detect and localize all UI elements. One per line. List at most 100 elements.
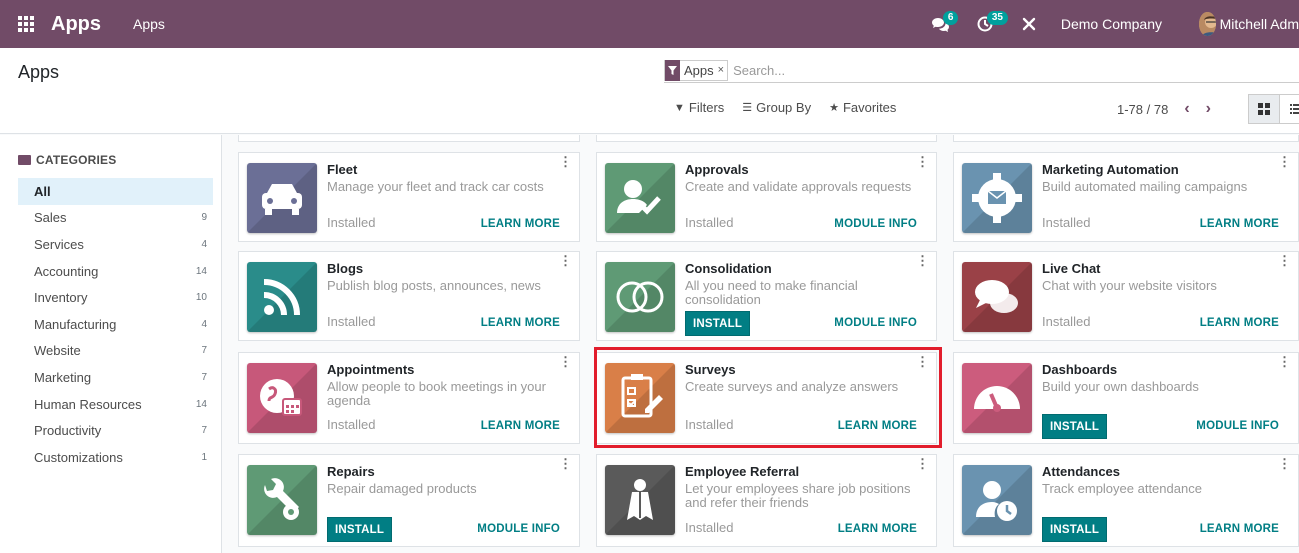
category-count: 1 (201, 451, 207, 463)
app-card-consolidation[interactable]: Consolidation All you need to make financ… (596, 251, 937, 341)
category-item[interactable]: Website 7 (18, 338, 213, 365)
app-description: Create and validate approvals requests (685, 179, 912, 194)
learn-more-link[interactable]: LEARN MORE (1200, 317, 1279, 329)
app-card-repairs[interactable]: Repairs Repair damaged products INSTALL MOD… (238, 454, 580, 547)
category-count: 9 (201, 212, 207, 224)
chat-icon (962, 262, 1032, 332)
top-navbar: Apps Apps 6 35 Demo Company Mitchell Adm (0, 0, 1299, 48)
kanban-view-button[interactable] (1248, 94, 1280, 124)
brand-title[interactable]: Apps (51, 13, 101, 36)
card-menu-icon[interactable]: ⋮ (916, 155, 929, 168)
category-item[interactable]: Marketing 7 (18, 364, 213, 391)
app-card-appointments[interactable]: Appointments Allow people to book meeting… (238, 352, 580, 444)
previous-page-icon[interactable]: ‹ (1184, 100, 1189, 118)
module-info-link[interactable]: MODULE INFO (834, 218, 917, 230)
rss-icon (247, 262, 317, 332)
app-status: Installed (327, 314, 376, 329)
category-count: 7 (201, 345, 207, 357)
module-info-link[interactable]: MODULE INFO (477, 523, 560, 535)
next-page-icon[interactable]: › (1206, 100, 1211, 118)
app-status: Installed (327, 417, 376, 432)
category-item[interactable]: Inventory 10 (18, 284, 213, 311)
app-menu-grid-icon[interactable] (0, 0, 52, 48)
category-item[interactable]: Accounting 14 (18, 258, 213, 285)
category-label: Customizations (34, 449, 123, 465)
app-card-dashboards[interactable]: Dashboards Build your own dashboards INSTA… (953, 352, 1299, 444)
app-card-employee-referral[interactable]: Employee Referral Let your employees shar… (596, 454, 937, 547)
learn-more-link[interactable]: LEARN MORE (1200, 218, 1279, 230)
tools-icon (1022, 17, 1036, 31)
app-name: Dashboards (1042, 362, 1118, 377)
install-button[interactable]: INSTALL (1042, 414, 1108, 439)
module-info-link[interactable]: MODULE INFO (1196, 420, 1279, 432)
learn-more-link[interactable]: LEARN MORE (838, 523, 917, 535)
card-menu-icon[interactable]: ⋮ (559, 254, 572, 267)
gear-mail-icon (962, 163, 1032, 233)
card-menu-icon[interactable]: ⋮ (916, 457, 929, 470)
company-switcher[interactable]: Demo Company (1061, 16, 1162, 32)
install-button[interactable]: INSTALL (685, 311, 751, 336)
module-info-link[interactable]: MODULE INFO (834, 317, 917, 329)
activities-button[interactable]: 35 (963, 0, 1008, 48)
category-count: 7 (201, 425, 207, 437)
user-clock-icon (962, 465, 1032, 535)
categories-heading: CATEGORIES (18, 153, 116, 167)
card-menu-icon[interactable]: ⋮ (1278, 457, 1291, 470)
app-card-blogs[interactable]: Blogs Publish blog posts, announces, news… (238, 251, 580, 341)
messages-button[interactable]: 6 (919, 0, 963, 48)
category-label: Inventory (34, 290, 88, 306)
install-button[interactable]: INSTALL (1042, 517, 1108, 542)
favorites-button[interactable]: ★ Favorites (829, 100, 896, 115)
bars-icon: ☰ (742, 102, 753, 114)
app-card-fleet[interactable]: Fleet Manage your fleet and track car cos… (238, 152, 580, 242)
debug-tools-button[interactable] (1007, 0, 1051, 48)
learn-more-link[interactable]: LEARN MORE (481, 218, 560, 230)
card-menu-icon[interactable]: ⋮ (1278, 254, 1291, 267)
facet-remove-icon[interactable]: × (718, 64, 727, 76)
card-menu-icon[interactable]: ⋮ (559, 457, 572, 470)
search-facet: Apps × (664, 59, 729, 81)
app-name: Approvals (685, 162, 749, 177)
card-menu-icon[interactable]: ⋮ (1278, 355, 1291, 368)
filter-icon (665, 59, 680, 81)
learn-more-link[interactable]: LEARN MORE (481, 420, 560, 432)
app-card-marketing-automation[interactable]: Marketing Automation Build automated mail… (953, 152, 1299, 242)
card-partial (953, 135, 1299, 142)
groupby-button[interactable]: ☰ Group By (742, 100, 811, 115)
pager-value[interactable]: 1-78 / 78 (1117, 102, 1168, 117)
category-item[interactable]: Customizations 1 (18, 444, 213, 471)
category-item[interactable]: All (18, 178, 213, 205)
card-menu-icon[interactable]: ⋮ (916, 254, 929, 267)
category-item[interactable]: Productivity 7 (18, 417, 213, 444)
app-card-attendances[interactable]: Attendances Track employee attendance INST… (953, 454, 1299, 547)
category-label: Accounting (34, 263, 99, 279)
search-input[interactable] (733, 62, 1134, 78)
category-item[interactable]: Sales 9 (18, 205, 213, 232)
filters-button[interactable]: ▼ Filters (674, 100, 724, 115)
install-button[interactable]: INSTALL (327, 517, 393, 542)
user-menu[interactable]: Mitchell Adm (1199, 12, 1299, 36)
category-label: Human Resources (34, 396, 142, 412)
app-name: Marketing Automation (1042, 162, 1179, 177)
app-name: Blogs (327, 261, 364, 276)
venn-icon (605, 262, 675, 332)
category-item[interactable]: Services 4 (18, 231, 213, 258)
categories-list: All Sales 9 Services 4 Accounting 14 Inventory 1… (18, 178, 213, 471)
card-menu-icon[interactable]: ⋮ (559, 155, 572, 168)
category-item[interactable]: Human Resources 14 (18, 391, 213, 418)
app-card-live-chat[interactable]: Live Chat Chat with your website visitors… (953, 251, 1299, 341)
list-view-button[interactable] (1280, 94, 1299, 124)
card-partial (238, 135, 580, 142)
search-bar: Apps × (664, 58, 1299, 83)
category-item[interactable]: Manufacturing 4 (18, 311, 213, 338)
activities-count-badge: 35 (986, 11, 1008, 25)
app-description: Publish blog posts, announces, news (327, 278, 541, 293)
card-menu-icon[interactable]: ⋮ (1278, 155, 1291, 168)
learn-more-link[interactable]: LEARN MORE (1200, 523, 1279, 535)
nav-menu-apps[interactable]: Apps (133, 16, 165, 32)
learn-more-link[interactable]: LEARN MORE (481, 317, 560, 329)
card-menu-icon[interactable]: ⋮ (559, 355, 572, 368)
app-card-approvals[interactable]: Approvals Create and validate approvals r… (596, 152, 937, 242)
surveys-highlight-box (594, 347, 942, 448)
apps-kanban: Fleet Manage your fleet and track car cos… (222, 135, 1299, 553)
